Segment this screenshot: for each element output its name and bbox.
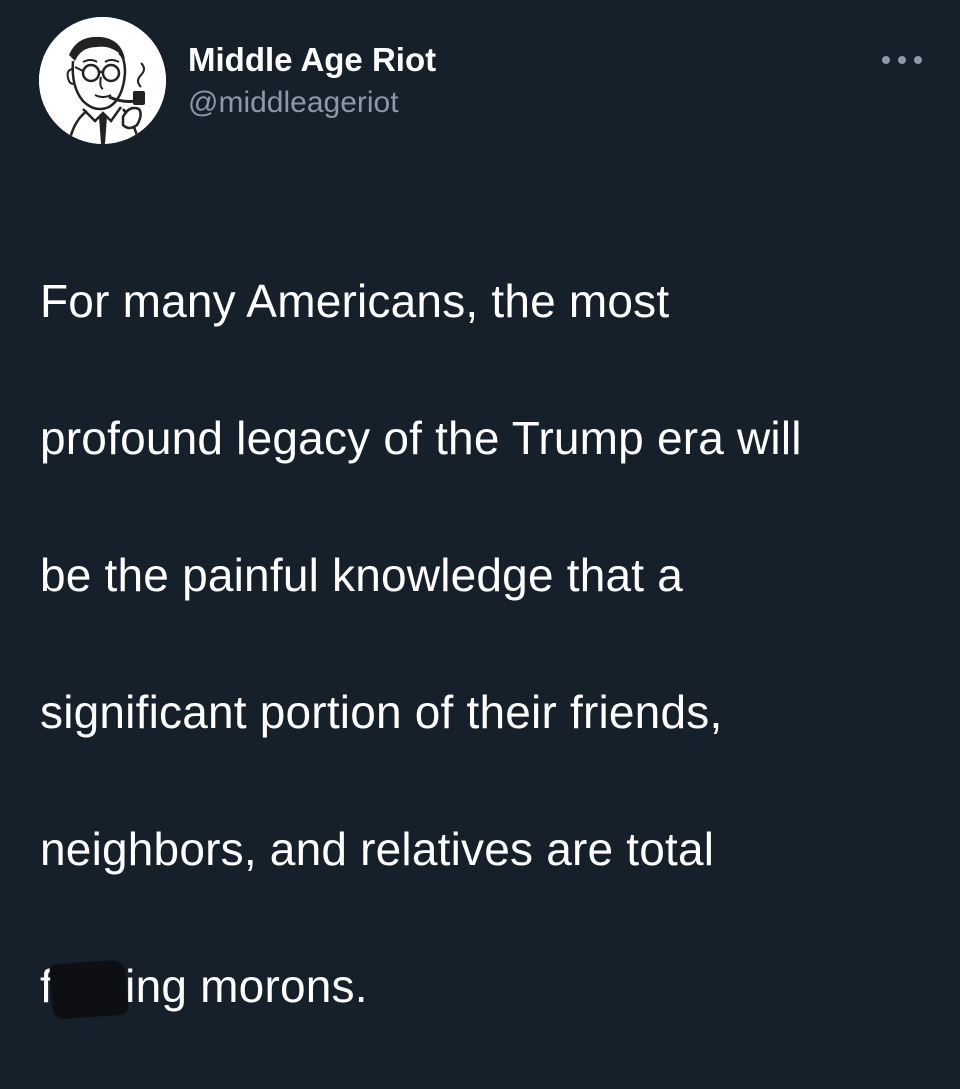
tweet-text-line: neighbors, and relatives are total [40,822,715,875]
tweet-card: Middle Age Riot @middleageriot For many … [0,0,960,1019]
censored-word: uck [49,952,129,1021]
author-handle[interactable]: @middleageriot [188,84,399,122]
tweet-text-line: For many Americans, the most [40,274,670,327]
more-dot [914,56,922,64]
pipe-smoking-man-avatar-icon [39,17,166,144]
tweet-text-suffix: ing morons. [125,959,368,1012]
tweet-text: For many Americans, the most profound le… [40,198,920,1089]
more-dot [898,56,906,64]
author-avatar[interactable] [39,17,166,144]
tweet-text-line: be the painful knowledge that a [40,548,684,601]
tweet-text-line: profound legacy of the Trump era will [40,411,802,464]
author-display-name[interactable]: Middle Age Riot [188,40,436,80]
more-dot [882,56,890,64]
more-horizontal-icon[interactable] [882,48,922,72]
tweet-text-line-last: fucking morons. [40,952,920,1021]
censor-scribble [49,958,129,1019]
tweet-text-line: significant portion of their friends, [40,685,723,738]
